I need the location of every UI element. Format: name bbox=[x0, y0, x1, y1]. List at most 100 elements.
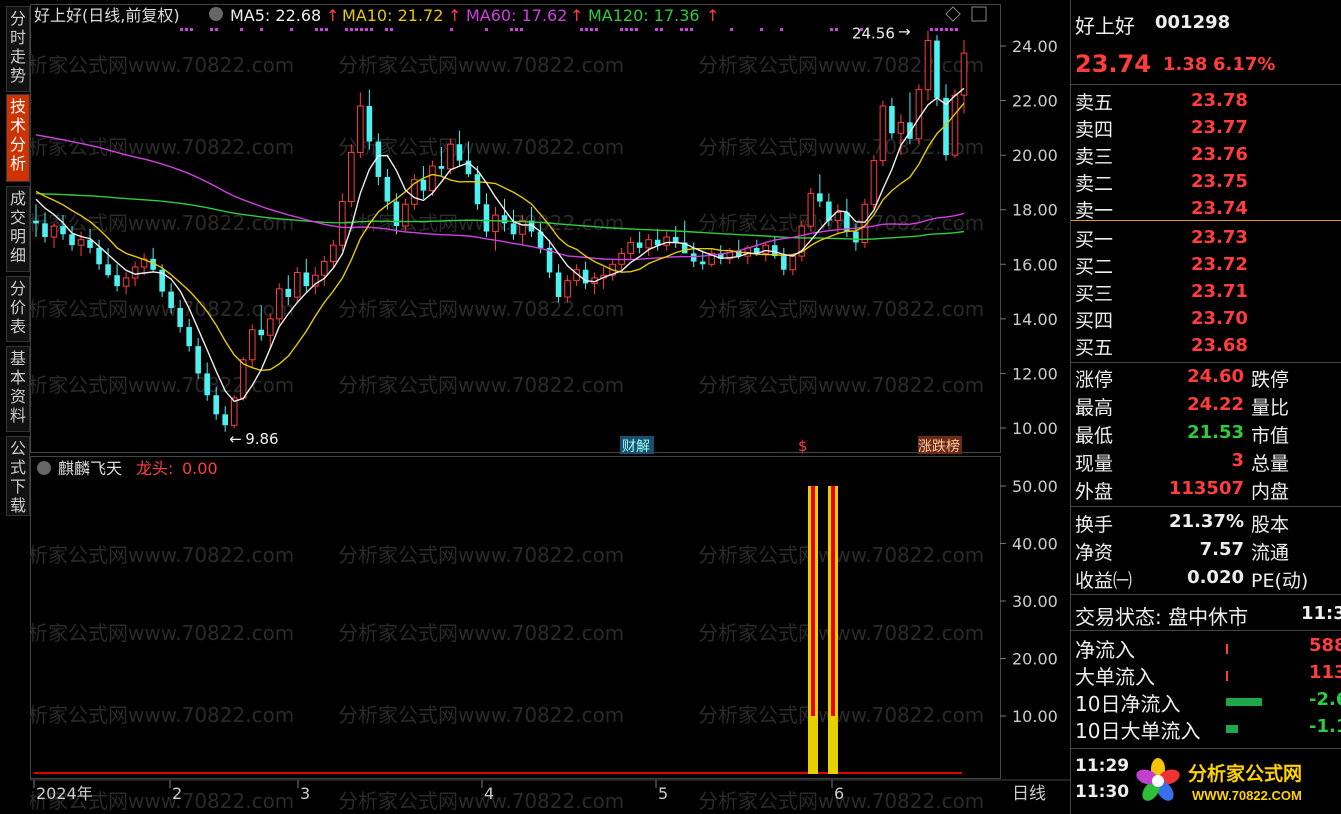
bid-price-4: 23.68 bbox=[1191, 335, 1248, 356]
marker-dot-7 bbox=[290, 28, 293, 31]
candle-body-44 bbox=[429, 165, 436, 192]
tab-2[interactable]: 成交明细 bbox=[6, 186, 30, 272]
watermark-12: 分析家公式网www.70822.com bbox=[30, 373, 294, 397]
signal-bar-inner-0 bbox=[811, 486, 815, 716]
time-1: 11:30 bbox=[1075, 782, 1130, 802]
flow-bar-2 bbox=[1226, 698, 1262, 706]
stat-right-1: 量比 bbox=[1251, 397, 1290, 419]
tab-1[interactable]: 技术分析 bbox=[6, 94, 30, 182]
candle-body-11 bbox=[131, 266, 139, 279]
candle-body-67 bbox=[636, 242, 643, 248]
candle-body-100 bbox=[934, 40, 940, 98]
candle-body-95 bbox=[889, 106, 895, 134]
tab-4[interactable]: 基本资料 bbox=[6, 346, 30, 432]
chart-title: 好上好(日线,前复权) bbox=[34, 6, 180, 25]
bid-price-1: 23.72 bbox=[1191, 254, 1248, 275]
candle-body-87 bbox=[817, 193, 823, 202]
candle-body-29 bbox=[293, 271, 301, 298]
candle-body-10 bbox=[122, 277, 130, 287]
window-toggle-icon[interactable] bbox=[971, 6, 987, 22]
candle-body-1 bbox=[42, 223, 48, 237]
ask-label-2: 卖三 bbox=[1075, 146, 1114, 168]
tab-3[interactable]: 分价表 bbox=[6, 276, 30, 342]
marker-dot-15 bbox=[365, 28, 368, 31]
candle-body-53 bbox=[510, 223, 517, 235]
hr-3 bbox=[1071, 506, 1341, 507]
marker-dot-10 bbox=[325, 28, 328, 31]
site-logo: 分析家公式网 WWW.70822.COM bbox=[1130, 754, 1335, 808]
diamond-icon[interactable] bbox=[945, 6, 961, 22]
fin-right-0: 股本 bbox=[1251, 514, 1290, 536]
marker-dot-36 bbox=[690, 28, 693, 31]
candle-body-54 bbox=[519, 220, 526, 235]
candle-body-24 bbox=[248, 329, 256, 361]
ind-label-4: 10.00 bbox=[1012, 707, 1058, 726]
candle-body-58 bbox=[555, 272, 562, 298]
flow-bar-3 bbox=[1226, 725, 1238, 733]
candle-body-96 bbox=[897, 121, 905, 134]
candle-body-26 bbox=[266, 318, 274, 336]
ask-label-3: 卖二 bbox=[1075, 173, 1114, 195]
marker-dot-34 bbox=[680, 28, 683, 31]
ind-label-0: 50.00 bbox=[1012, 477, 1058, 496]
candle-body-102 bbox=[951, 94, 959, 156]
candle-body-35 bbox=[348, 151, 355, 203]
stat-value-0: 24.60 bbox=[1187, 366, 1244, 387]
ma-arrow-0: ↑ bbox=[326, 6, 339, 25]
marker-dot-39 bbox=[780, 28, 783, 31]
ask-label-1: 卖四 bbox=[1075, 119, 1114, 141]
ind-label-1: 40.00 bbox=[1012, 535, 1058, 554]
ma10-label: MA10: 21.72 bbox=[342, 6, 443, 25]
candle-body-15 bbox=[168, 291, 174, 308]
candle-body-45 bbox=[438, 166, 445, 169]
ma120-label: MA120: 17.36 bbox=[588, 6, 700, 25]
tab-0[interactable]: 分时走势 bbox=[6, 6, 30, 92]
bid-label-2: 买三 bbox=[1075, 283, 1114, 305]
hr-1 bbox=[1071, 84, 1341, 85]
marker-dot-4 bbox=[215, 28, 218, 31]
marker-dot-14 bbox=[360, 28, 363, 31]
candle-body-33 bbox=[330, 244, 337, 263]
ask-price-1: 23.77 bbox=[1191, 117, 1248, 138]
stat-value-2: 21.53 bbox=[1187, 422, 1244, 443]
logo-url: WWW.70822.COM bbox=[1192, 788, 1302, 803]
hr-4 bbox=[1071, 594, 1341, 595]
price-change: 1.38 bbox=[1163, 54, 1208, 75]
ask-label-0: 卖五 bbox=[1075, 92, 1114, 114]
marker-dot-27 bbox=[595, 28, 598, 31]
watermark-23: 分析家公式网www.70822.com bbox=[698, 703, 984, 727]
dropdown-icon[interactable] bbox=[209, 7, 223, 21]
candle-body-36 bbox=[357, 105, 364, 153]
ma60-label: MA60: 17.62 bbox=[466, 6, 567, 25]
candle-body-46 bbox=[447, 143, 454, 170]
ask-price-2: 23.76 bbox=[1191, 144, 1248, 165]
price-label-3: 18.00 bbox=[1012, 201, 1058, 220]
marker-dot-12 bbox=[350, 28, 353, 31]
marker-dot-46 bbox=[945, 28, 948, 31]
marker-dot-43 bbox=[930, 28, 933, 31]
indicator-dropdown-icon[interactable] bbox=[37, 461, 51, 475]
candle-body-73 bbox=[690, 253, 697, 262]
watermark-18: 分析家公式网www.70822.com bbox=[30, 621, 294, 645]
flow-label-0: 净流入 bbox=[1075, 638, 1135, 662]
watermark-5: 分析家公式网www.70822.com bbox=[698, 135, 984, 159]
time-label-5: 6 bbox=[834, 784, 844, 803]
marker-dot-29 bbox=[625, 28, 628, 31]
stat-right-2: 市值 bbox=[1251, 425, 1290, 447]
candle-body-70 bbox=[663, 236, 670, 246]
price-label-6: 12.00 bbox=[1012, 364, 1058, 383]
indicator-label: 龙头: bbox=[136, 459, 173, 478]
tab-5[interactable]: 公式下载 bbox=[6, 436, 30, 516]
candle-body-66 bbox=[627, 241, 634, 254]
marker-dot-3 bbox=[210, 28, 213, 31]
indicator-panel-frame bbox=[30, 456, 1001, 779]
candle-body-7 bbox=[96, 247, 102, 265]
marker-dot-8 bbox=[315, 28, 318, 31]
candle-body-47 bbox=[456, 144, 463, 161]
high-price-arrow: → bbox=[898, 23, 911, 41]
marker-dot-32 bbox=[655, 28, 658, 31]
watermark-17: 分析家公式网www.70822.com bbox=[698, 543, 984, 567]
candle-body-2 bbox=[50, 225, 58, 238]
marker-dot-24 bbox=[580, 28, 583, 31]
price-label-4: 16.00 bbox=[1012, 255, 1058, 274]
